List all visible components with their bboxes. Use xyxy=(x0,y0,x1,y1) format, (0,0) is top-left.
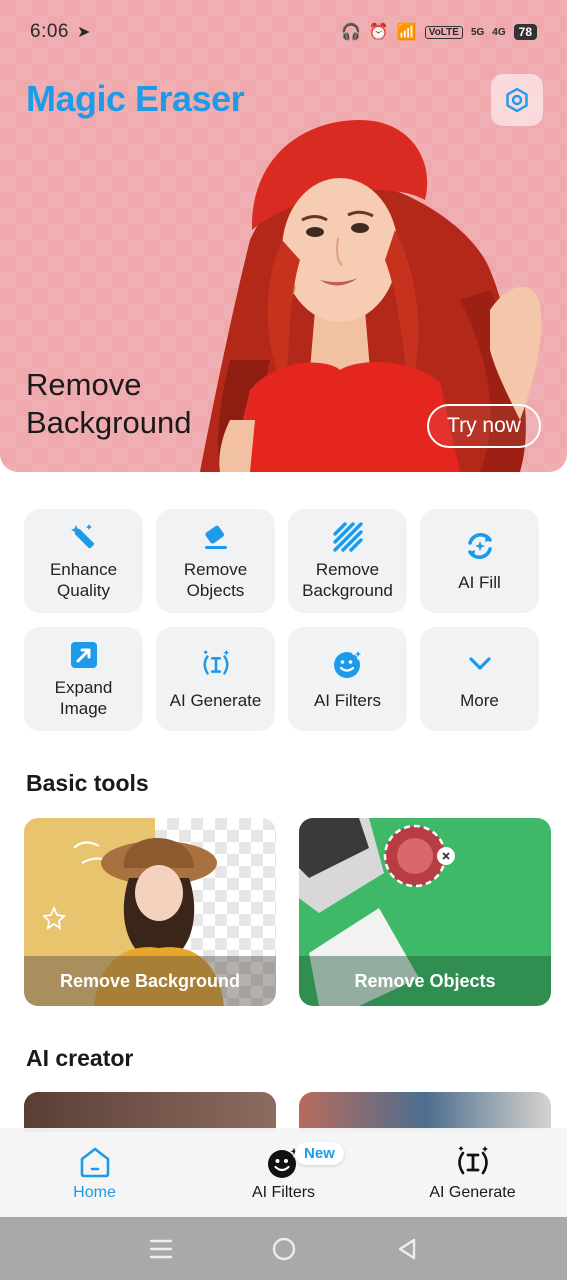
nav-ai-filters[interactable]: AI Filters New xyxy=(189,1128,378,1217)
home-icon xyxy=(77,1144,113,1180)
card-remove-objects[interactable]: Remove Objects xyxy=(299,818,551,1006)
tool-ai-filters[interactable]: AI Filters xyxy=(288,627,407,731)
status-time: 6:06 xyxy=(30,21,69,42)
ai-creator-card-2[interactable] xyxy=(299,1092,551,1132)
wifi-icon: 📶 xyxy=(396,24,417,41)
ai-generate-icon xyxy=(455,1144,491,1180)
app-title: Magic Eraser xyxy=(26,78,245,119)
bottom-nav: Home AI Filters New AI Generate xyxy=(0,1128,567,1217)
card-label: Remove Background xyxy=(24,956,276,1006)
eraser-icon xyxy=(200,521,232,553)
headphones-icon: 🎧 xyxy=(341,24,361,41)
tool-more[interactable]: More xyxy=(420,627,539,731)
card-remove-background[interactable]: Remove Background xyxy=(24,818,276,1006)
tool-remove-objects[interactable]: Remove Objects xyxy=(156,509,275,613)
tool-label: AI Filters xyxy=(313,690,382,710)
ai-creator-card-1[interactable] xyxy=(24,1092,276,1132)
hero-caption-line2: Background xyxy=(26,405,192,440)
nav-ai-generate[interactable]: AI Generate xyxy=(378,1128,567,1217)
hero-caption-line1: Remove xyxy=(26,367,142,402)
tool-label: Remove Background xyxy=(302,560,393,600)
card-label: Remove Objects xyxy=(299,956,551,1006)
new-badge: New xyxy=(295,1142,344,1165)
volte-badge: VoLTE xyxy=(424,25,463,39)
tools-grid: Enhance Quality Remove Objects Remove Backg… xyxy=(24,509,544,731)
battery-level: 78 xyxy=(513,24,537,40)
home-circle-icon[interactable] xyxy=(271,1236,297,1262)
alarm-icon: ⏰ xyxy=(368,24,389,41)
back-icon[interactable] xyxy=(396,1237,418,1261)
settings-button[interactable] xyxy=(491,74,543,126)
ai-fill-icon xyxy=(464,530,496,562)
system-nav-bar xyxy=(0,1217,567,1280)
tool-ai-generate[interactable]: AI Generate xyxy=(156,627,275,731)
nav-label-ai-generate: AI Generate xyxy=(429,1183,516,1201)
tool-label: Enhance Quality xyxy=(49,560,118,600)
chevron-down-icon xyxy=(464,648,496,680)
menu-icon[interactable] xyxy=(149,1238,173,1260)
try-now-button[interactable]: Try now xyxy=(427,404,541,448)
nav-label-ai-filters: AI Filters xyxy=(251,1183,316,1201)
network-5g: 5G xyxy=(470,26,485,38)
section-basic-tools: Basic tools xyxy=(26,770,149,796)
tool-label: AI Generate xyxy=(169,690,262,710)
magic-wand-icon xyxy=(68,521,100,553)
status-bar: 6:06 ➤ 🎧 ⏰ 📶 VoLTE 5G 4G 78 xyxy=(0,0,567,64)
tool-label: Expand Image xyxy=(54,678,113,718)
tool-remove-background[interactable]: Remove Background xyxy=(288,509,407,613)
telegram-icon: ➤ xyxy=(76,24,91,41)
face-sparkle-icon xyxy=(332,647,364,680)
settings-icon xyxy=(506,87,528,113)
hero-banner[interactable]: 6:06 ➤ 🎧 ⏰ 📶 VoLTE 5G 4G 78 Magic Eraser xyxy=(0,0,567,472)
expand-icon xyxy=(68,639,100,671)
tool-label: AI Fill xyxy=(458,572,501,592)
nav-home[interactable]: Home xyxy=(0,1128,189,1217)
tool-enhance-quality[interactable]: Enhance Quality xyxy=(24,509,143,613)
nav-label-home: Home xyxy=(73,1183,116,1201)
tool-ai-fill[interactable]: AI Fill xyxy=(420,509,539,613)
stripes-icon xyxy=(332,521,364,553)
ai-generate-icon xyxy=(200,648,232,680)
tool-label: Remove Objects xyxy=(183,560,248,600)
tool-label: More xyxy=(460,690,499,710)
network-4g: 4G xyxy=(492,26,506,38)
hero-caption: Remove Background xyxy=(26,366,191,442)
tool-expand-image[interactable]: Expand Image xyxy=(24,627,143,731)
section-ai-creator: AI creator xyxy=(26,1045,134,1071)
